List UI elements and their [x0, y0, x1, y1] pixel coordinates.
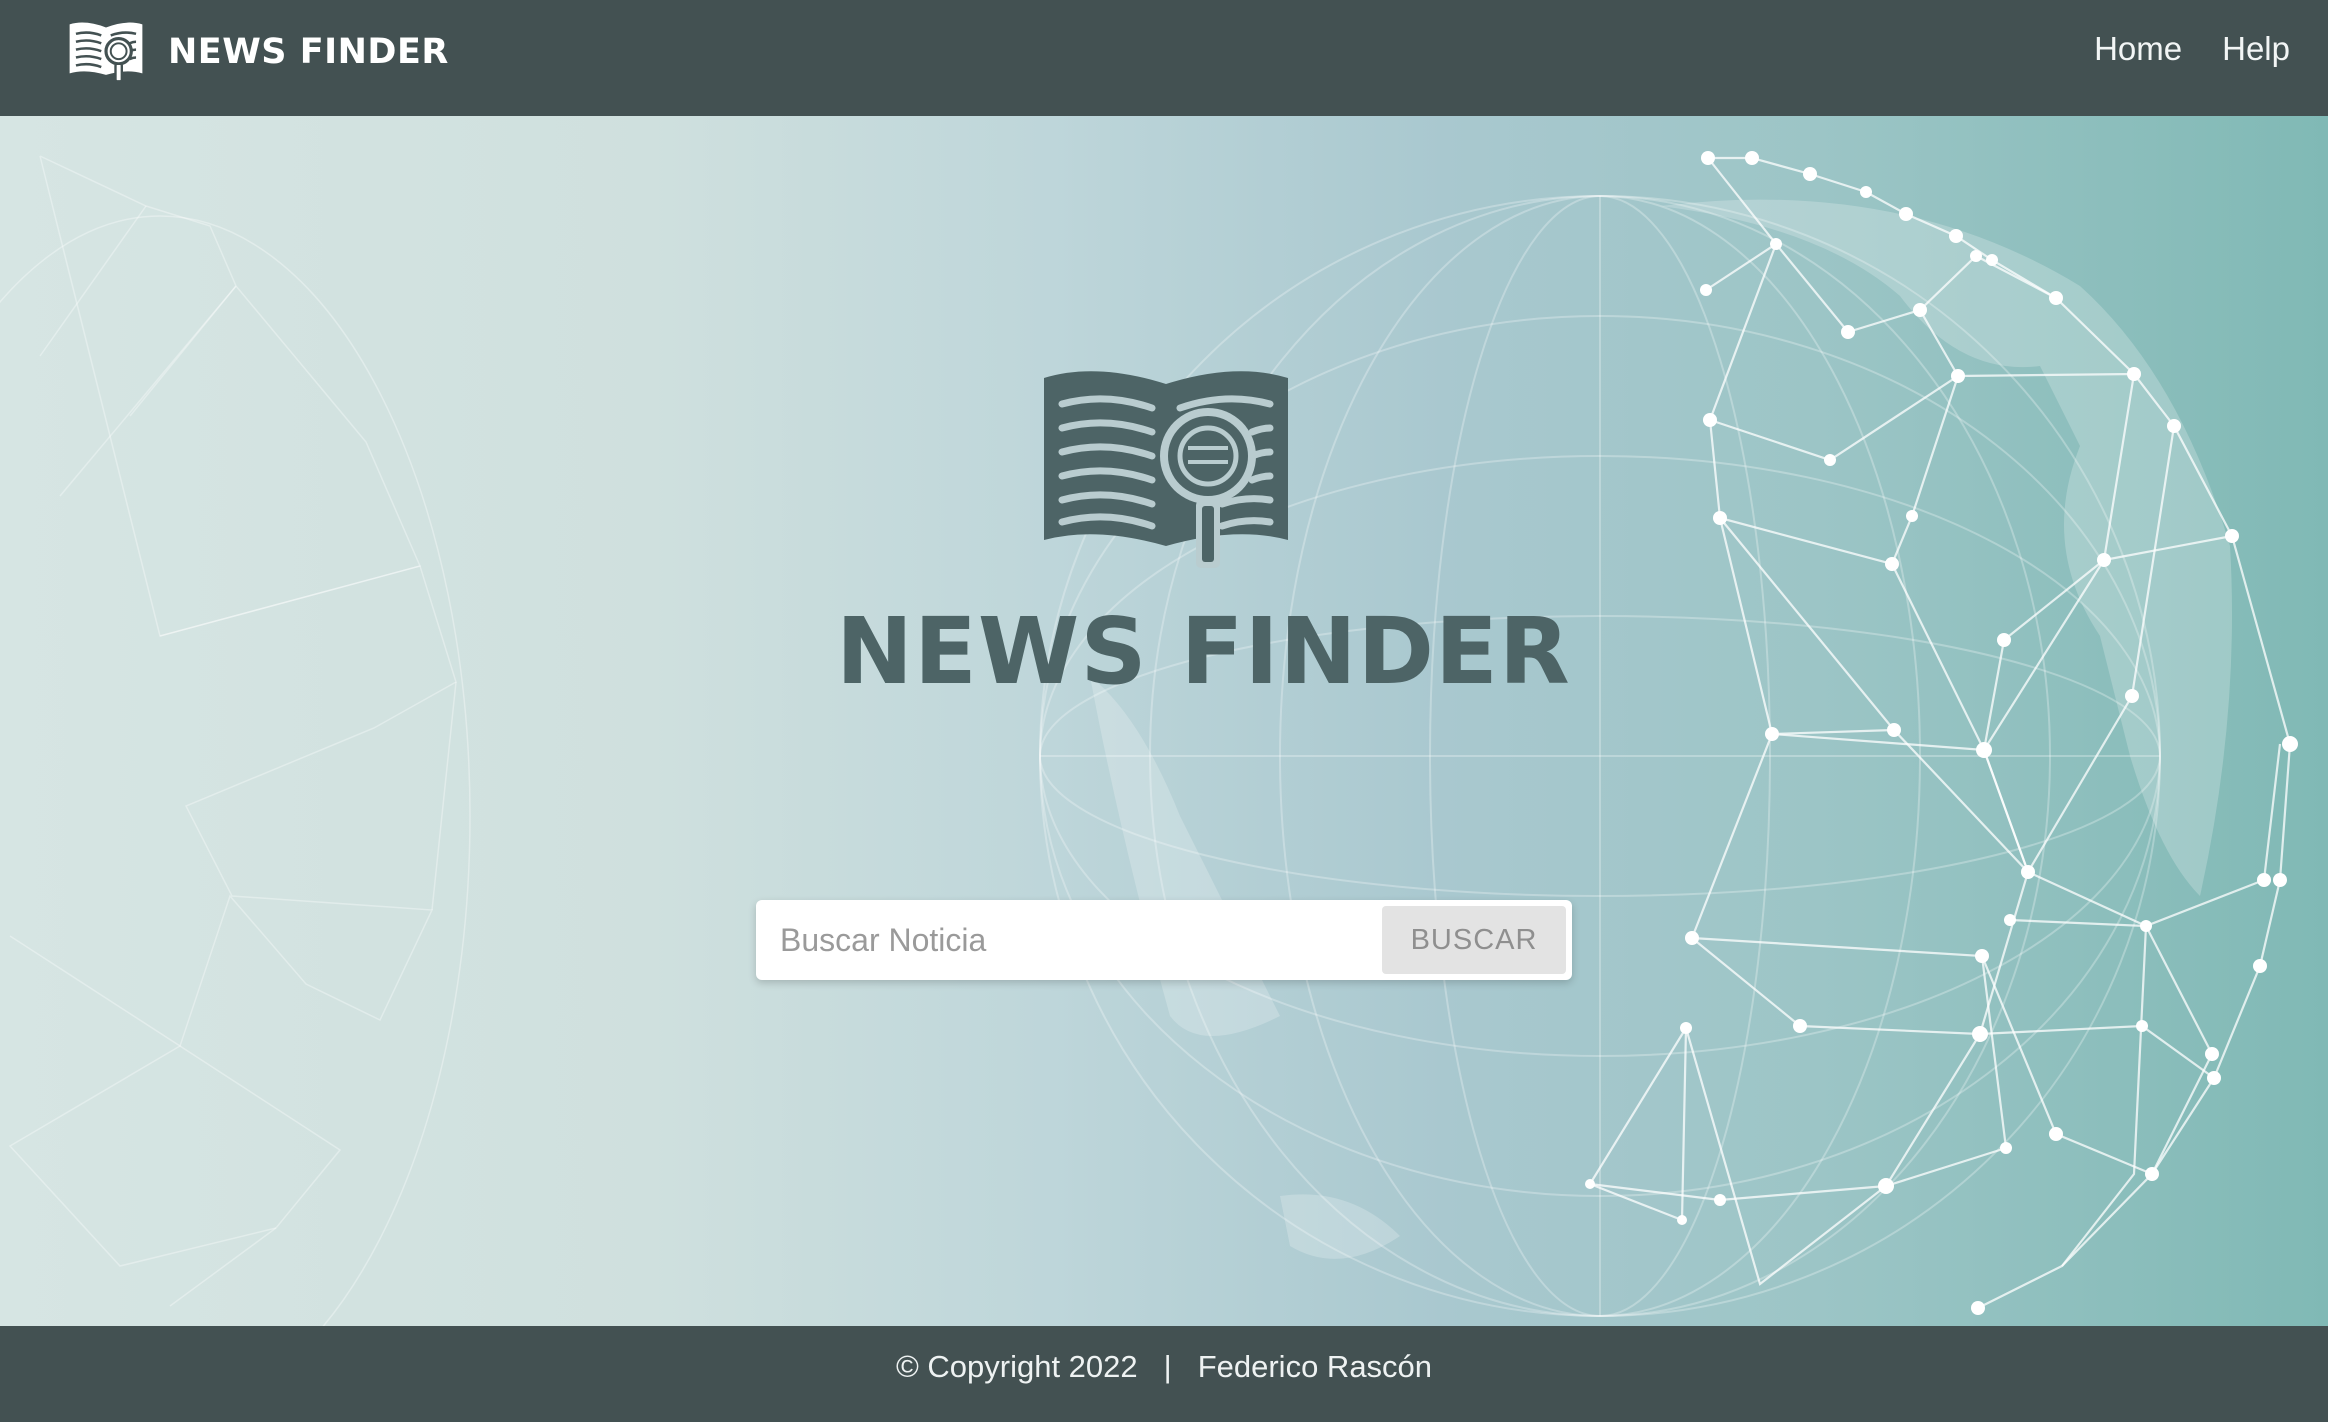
brand-name: NEWS FINDER [168, 32, 449, 72]
search-input[interactable] [756, 900, 1366, 980]
footer-author: Federico Rascón [1197, 1349, 1433, 1384]
navbar: NEWS FINDER Home Help [0, 0, 2328, 116]
network-globe-background [0, 151, 2298, 1326]
open-book-magnifier-icon [69, 22, 143, 83]
nav-help-link[interactable]: Help [2222, 30, 2290, 68]
nav-menu: Home Help [2054, 30, 2290, 68]
hero-section: NEWS FINDER BUSCAR [0, 116, 2328, 1326]
footer-separator: | [1163, 1349, 1172, 1384]
brand-link[interactable]: NEWS FINDER [66, 18, 449, 86]
nav-home-link[interactable]: Home [2094, 30, 2182, 68]
open-book-magnifier-icon [1044, 371, 1288, 568]
search-button[interactable]: BUSCAR [1382, 906, 1566, 974]
hero-title: NEWS FINDER [836, 598, 1571, 705]
search-form: BUSCAR [756, 900, 1572, 980]
footer: © Copyright 2022 | Federico Rascón [0, 1326, 2328, 1422]
footer-copyright: © Copyright 2022 [895, 1349, 1138, 1384]
